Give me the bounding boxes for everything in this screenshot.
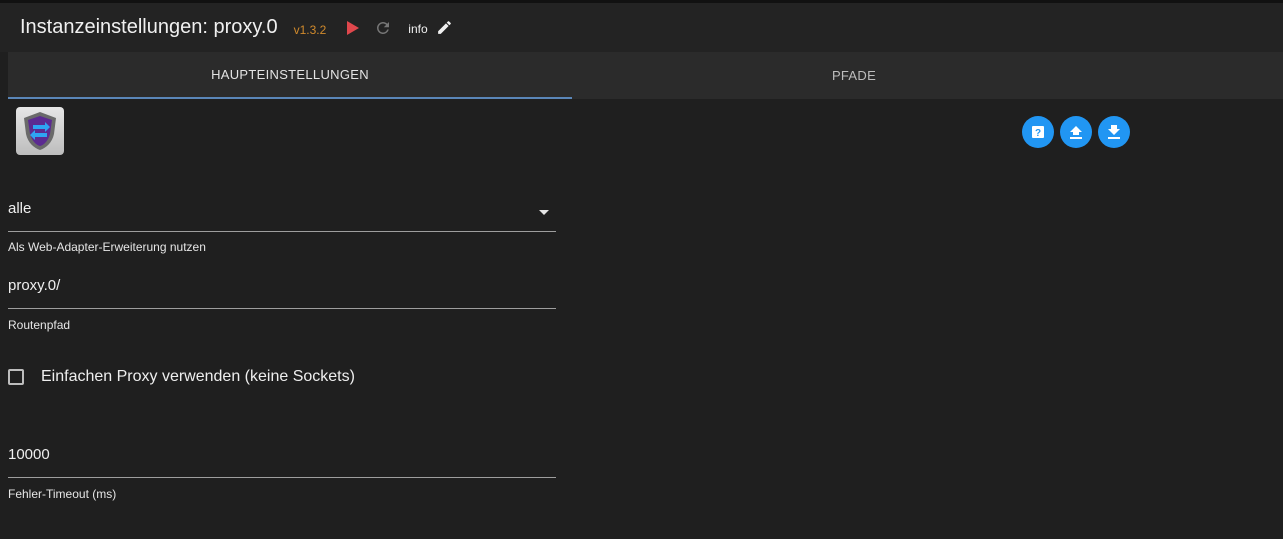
svg-text:?: ?	[1035, 128, 1041, 139]
simple-proxy-checkbox[interactable]	[8, 369, 24, 385]
web-adapter-helper: Als Web-Adapter-Erweiterung nutzen	[8, 240, 206, 254]
route-path-field[interactable]: proxy.0/ Routenpfad	[8, 276, 556, 336]
pencil-icon[interactable]	[436, 19, 453, 36]
page-title: Instanzeinstellungen: proxy.0	[20, 16, 278, 38]
tab-main-settings[interactable]: HAUPTEINSTELLUNGEN	[8, 52, 572, 99]
route-path-input[interactable]: proxy.0/	[8, 277, 60, 294]
action-buttons: ?	[1022, 116, 1130, 148]
simple-proxy-label[interactable]: Einfachen Proxy verwenden (keine Sockets…	[41, 368, 355, 386]
route-path-helper: Routenpfad	[8, 318, 71, 332]
error-timeout-input[interactable]: 10000	[8, 446, 50, 463]
select-underline	[8, 231, 556, 232]
web-adapter-value: alle	[8, 200, 32, 217]
tab-bar: HAUPTEINSTELLUNGEN PFADE	[8, 52, 1283, 99]
help-icon[interactable]: ?	[1022, 116, 1054, 148]
reload-icon[interactable]	[374, 19, 392, 37]
info-label: info	[408, 21, 428, 36]
simple-proxy-option[interactable]: Einfachen Proxy verwenden (keine Sockets…	[8, 368, 355, 386]
error-timeout-field[interactable]: 10000 Fehler-Timeout (ms)	[8, 445, 556, 505]
download-icon[interactable]	[1098, 116, 1130, 148]
input-underline	[8, 308, 556, 309]
play-icon[interactable]	[346, 20, 360, 36]
error-timeout-helper: Fehler-Timeout (ms)	[8, 487, 117, 501]
input-underline	[8, 477, 556, 478]
adapter-logo	[16, 107, 64, 155]
web-adapter-select[interactable]: alle Als Web-Adapter-Erweiterung nutzen	[8, 198, 556, 258]
header-bar: Instanzeinstellungen: proxy.0 v1.3.2 inf…	[0, 3, 1283, 52]
proxy-shield-icon	[24, 112, 56, 150]
upload-icon[interactable]	[1060, 116, 1092, 148]
tab-paths[interactable]: PFADE	[572, 52, 1136, 99]
dropdown-arrow-icon[interactable]	[538, 204, 550, 222]
version-badge: v1.3.2	[293, 22, 327, 37]
